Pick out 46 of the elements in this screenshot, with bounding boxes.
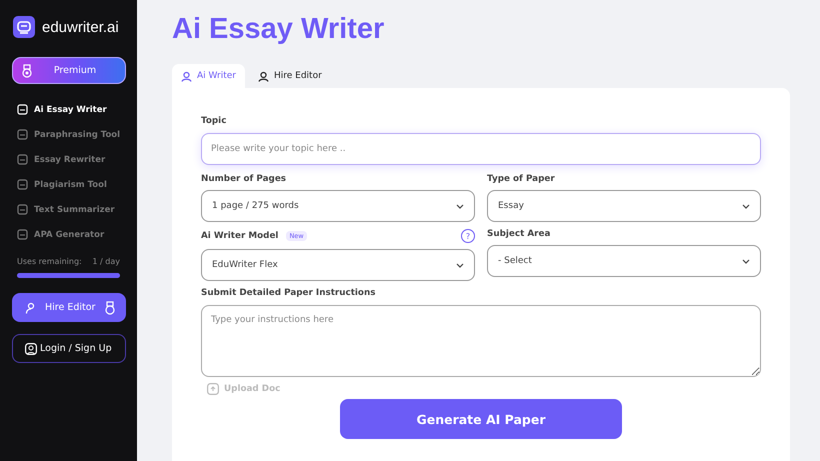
person-icon (25, 302, 37, 314)
sidebar-item[interactable]: APA Generator (12, 228, 126, 241)
field-label: Number of Pages (201, 174, 288, 184)
document-icon (17, 154, 28, 165)
document-icon (17, 204, 28, 215)
sidebar-item[interactable]: Ai Essay Writer (12, 103, 126, 116)
pages-dropdown[interactable]: 1 page / 275 words (201, 190, 475, 222)
usage-reading: 1 / day (92, 257, 120, 266)
chevron-down-icon (742, 204, 750, 208)
person-icon (258, 70, 269, 82)
field-label: Ai Writer Model (201, 231, 278, 241)
field-label: Submit Detailed Paper Instructions (201, 288, 376, 298)
usage-label: Uses remaining: (17, 257, 82, 266)
badge-icon (104, 300, 116, 314)
user-icon (25, 342, 37, 354)
sidebar-item[interactable]: Plagiarism Tool (12, 178, 126, 191)
document-icon (17, 179, 28, 190)
field-label: Topic (201, 116, 228, 126)
generate-button[interactable]: Generate AI Paper (340, 399, 622, 439)
premium-button[interactable]: Premium (12, 57, 126, 84)
tab[interactable]: Ai Writer (172, 64, 245, 88)
chevron-down-icon (456, 262, 464, 268)
model-dropdown[interactable]: EduWriter Flex (201, 249, 475, 281)
brand-name: eduwriter.ai (42, 18, 119, 36)
chevron-down-icon (456, 204, 464, 208)
help-button[interactable]: ? (461, 229, 475, 243)
document-icon (17, 229, 28, 240)
instructions-field[interactable]: Type your instructions here (201, 305, 761, 377)
document-icon (17, 129, 28, 140)
robot-logo-icon (13, 16, 35, 38)
subject-dropdown[interactable]: - Select (487, 245, 761, 277)
sidebar-item[interactable]: Text Summarizer (12, 203, 126, 216)
paper-type-dropdown[interactable]: Essay (487, 190, 761, 222)
field-label: Type of Paper (487, 174, 556, 184)
sidebar-item[interactable]: Essay Rewriter (12, 153, 126, 166)
tab[interactable]: Hire Editor (248, 64, 331, 88)
sidebar-item[interactable]: Paraphrasing Tool (12, 128, 126, 141)
field-label: Subject Area (487, 229, 552, 239)
page-title: Ai Essay Writer (172, 13, 386, 47)
chevron-down-icon (742, 258, 750, 264)
upload-icon (207, 383, 219, 395)
hire-editor-button[interactable]: Hire Editor (12, 293, 126, 322)
person-icon (181, 70, 192, 82)
badge-icon (21, 64, 33, 78)
topic-field[interactable]: Please write your topic here .. (201, 133, 761, 165)
login-button[interactable]: Login / Sign Up (12, 334, 126, 363)
